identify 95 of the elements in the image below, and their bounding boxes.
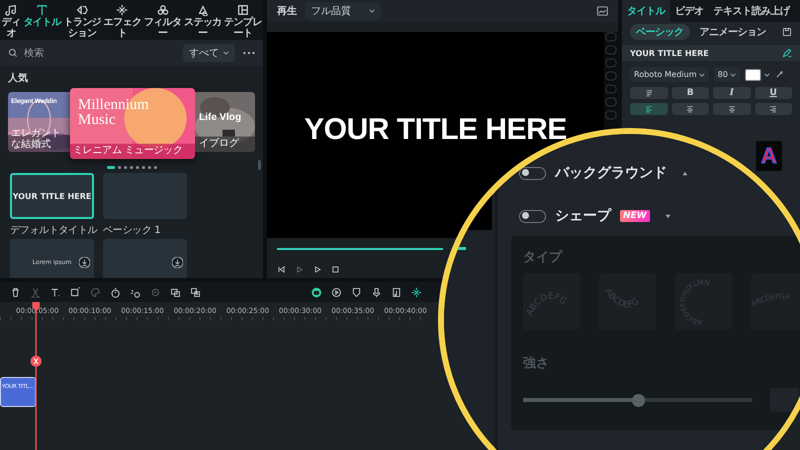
caret-icon[interactable] — [664, 214, 671, 218]
page-dot[interactable] — [136, 166, 138, 169]
align-center-icon — [728, 105, 736, 113]
format-button[interactable]: I — [713, 87, 750, 99]
preview-text: YOUR TITLE HERE — [12, 192, 92, 200]
scissors-icon[interactable] — [30, 286, 41, 298]
image-icon[interactable] — [170, 286, 181, 298]
page-dot[interactable] — [118, 166, 120, 169]
toggle-label: シェープ — [555, 207, 611, 225]
mic-icon[interactable] — [371, 286, 382, 298]
text-input-field[interactable]: YOUR TITLE HERE — [622, 45, 800, 61]
caret-icon — [698, 72, 705, 76]
sub-tab[interactable]: アニメーション — [694, 24, 772, 40]
shield-icon[interactable] — [351, 286, 362, 298]
format-button[interactable]: B — [672, 87, 709, 99]
image-icon[interactable] — [597, 6, 608, 16]
format-button[interactable]: U — [754, 87, 792, 99]
size-dropdown[interactable]: 80 — [714, 67, 740, 82]
page-dot[interactable] — [154, 166, 156, 169]
eyedropper-icon[interactable] — [774, 70, 784, 79]
category-tab[interactable]: テンプレート — [222, 0, 263, 40]
template-card[interactable]: YOUR TITLE HERE — [10, 173, 94, 219]
page-dot[interactable] — [124, 166, 126, 169]
inspector-tab[interactable]: タイトル — [622, 0, 670, 22]
search-icon — [8, 48, 18, 58]
music-file-icon[interactable] — [391, 286, 402, 298]
caret-icon — [730, 72, 736, 76]
crop-icon[interactable] — [70, 286, 81, 298]
stop-icon[interactable] — [331, 265, 340, 274]
caret-icon[interactable] — [764, 72, 770, 76]
color-swatch[interactable] — [744, 68, 761, 80]
previous-frame-icon[interactable] — [277, 265, 286, 274]
download-icon[interactable] — [172, 257, 183, 268]
category-tab[interactable]: ディオ — [0, 0, 22, 40]
category-tab[interactable]: フィルター — [142, 0, 183, 40]
toggle-switch[interactable] — [519, 210, 546, 222]
align-button[interactable] — [630, 103, 668, 115]
trash-icon[interactable] — [10, 286, 21, 298]
layout-icon — [236, 4, 249, 16]
toggle-switch[interactable] — [519, 166, 546, 180]
sparkle-icon — [116, 4, 128, 16]
font-dropdown[interactable]: Roboto Medium — [630, 67, 709, 82]
quality-dropdown[interactable]: フル品質 — [305, 2, 381, 20]
template-caption: イブログ — [199, 138, 239, 149]
align-right-icon — [769, 105, 778, 113]
style-preset[interactable]: A — [756, 141, 782, 171]
inspector-tab[interactable]: テキスト読み上げ — [708, 0, 794, 22]
text-icon[interactable] — [50, 286, 61, 298]
category-tab[interactable]: エフェクト — [102, 0, 143, 40]
download-icon[interactable] — [79, 257, 90, 268]
strength-label: 強さ — [523, 355, 550, 372]
align-left-icon — [644, 105, 653, 113]
filter-dropdown[interactable]: すべて — [183, 44, 235, 62]
sparkle-icon[interactable] — [411, 286, 422, 298]
align-button[interactable] — [754, 103, 792, 115]
category-tab[interactable]: タイトル — [22, 0, 62, 40]
timer-icon[interactable] — [110, 286, 121, 298]
inspector-tab[interactable]: ビデオ — [670, 0, 708, 22]
page-dot[interactable] — [130, 166, 132, 169]
caret-icon — [223, 51, 229, 55]
align-button[interactable] — [713, 103, 750, 115]
new-badge: NEW — [620, 210, 650, 222]
caret-icon[interactable] — [682, 170, 688, 176]
player-label: 再生 — [277, 4, 297, 18]
caret-icon — [369, 9, 375, 13]
category-tab[interactable]: トランジション — [62, 0, 102, 40]
page-dot[interactable] — [148, 166, 150, 169]
align-button[interactable] — [672, 103, 709, 115]
sticker-icon — [196, 4, 209, 16]
transition-icon — [76, 4, 88, 16]
scrollbar[interactable] — [258, 160, 261, 170]
align-center-icon — [686, 105, 694, 113]
title-text: YOUR TITLE HERE — [304, 113, 567, 147]
text-style-icon — [644, 89, 653, 97]
slider-thumb[interactable] — [632, 394, 645, 406]
translate-icon[interactable] — [190, 286, 201, 298]
format-button[interactable] — [630, 87, 668, 99]
text-icon — [36, 4, 48, 16]
pen-icon[interactable] — [782, 48, 792, 58]
toggle-label: バックグラウンド — [555, 164, 667, 182]
type-label: タイプ — [523, 248, 564, 266]
more-icon[interactable] — [243, 51, 255, 55]
save-icon[interactable] — [782, 27, 792, 37]
palette-icon[interactable] — [90, 286, 101, 298]
music-note-icon — [5, 4, 17, 16]
section-title: 人気 — [6, 72, 29, 86]
page-dot[interactable] — [142, 166, 144, 169]
sub-tab[interactable]: ベーシック — [630, 24, 690, 40]
circles-icon — [156, 4, 169, 16]
category-tab[interactable]: ステッカー — [182, 0, 223, 40]
value-field[interactable] — [770, 388, 799, 412]
template-card[interactable]: Life Vlog イブログ — [195, 92, 255, 152]
search-field[interactable]: 検索 — [24, 48, 175, 58]
template-title: Life Vlog — [199, 112, 242, 123]
template-caption: ベーシック 1 — [103, 224, 162, 237]
